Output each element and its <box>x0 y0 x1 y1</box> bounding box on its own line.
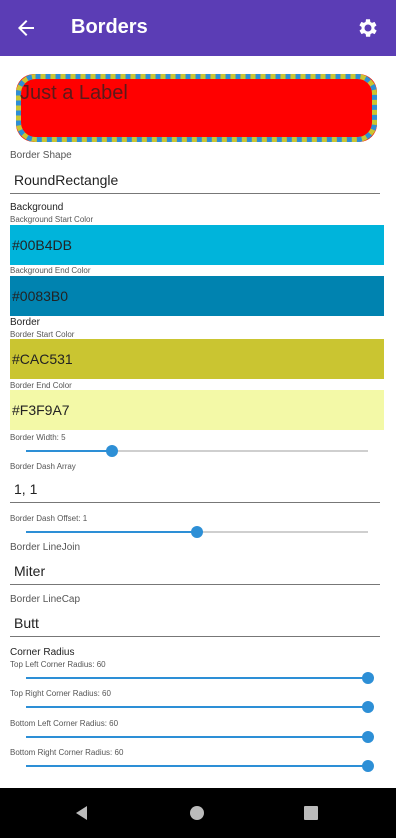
preview-label: Just a Label <box>20 82 128 104</box>
bottom-right-radius-slider[interactable] <box>26 759 374 773</box>
bottom-right-radius-label: Bottom Right Corner Radius: 60 <box>10 748 124 757</box>
bottom-left-radius-slider[interactable] <box>26 730 374 744</box>
border-preview: Just a Label <box>16 74 377 142</box>
arrow-back-icon[interactable] <box>14 16 38 40</box>
dash-array-label: Border Dash Array <box>10 462 76 471</box>
border-shape-label: Border Shape <box>10 150 72 161</box>
line-cap-label: Border LineCap <box>10 594 81 605</box>
border-end-value: #F3F9A7 <box>12 402 70 418</box>
app-bar: Borders <box>0 0 396 56</box>
top-left-radius-slider[interactable] <box>26 671 374 685</box>
background-start-value: #00B4DB <box>12 237 72 253</box>
dash-offset-slider[interactable] <box>26 525 368 539</box>
slider-thumb[interactable] <box>362 701 374 713</box>
background-section-title: Background <box>10 202 64 213</box>
line-join-value: Miter <box>14 563 46 579</box>
border-section-title: Border <box>10 317 41 328</box>
line-cap-value: Butt <box>14 615 39 631</box>
gear-icon[interactable] <box>356 16 380 40</box>
dash-offset-label: Border Dash Offset: 1 <box>10 514 88 523</box>
slider-thumb[interactable] <box>105 445 118 457</box>
nav-back-icon[interactable] <box>72 803 92 823</box>
border-start-value: #CAC531 <box>12 351 73 367</box>
border-shape-picker[interactable]: RoundRectangle <box>10 166 380 194</box>
top-right-radius-label: Top Right Corner Radius: 60 <box>10 689 111 698</box>
border-start-color-entry[interactable]: #CAC531 <box>10 339 384 379</box>
background-end-value: #0083B0 <box>12 288 69 304</box>
slider-thumb[interactable] <box>362 760 374 772</box>
slider-thumb[interactable] <box>362 731 374 743</box>
background-start-label: Background Start Color <box>10 215 94 224</box>
corner-radius-section-title: Corner Radius <box>10 647 75 658</box>
content-scroll[interactable]: Just a Label Border Shape RoundRectangle… <box>0 56 396 788</box>
dash-array-value: 1, 1 <box>14 481 38 497</box>
line-join-picker[interactable]: Miter <box>10 557 380 585</box>
slider-thumb[interactable] <box>362 672 374 684</box>
background-end-color-entry[interactable]: #0083B0 <box>10 276 384 316</box>
line-join-label: Border LineJoin <box>10 542 81 553</box>
dash-array-input[interactable]: 1, 1 <box>10 475 380 503</box>
top-right-radius-slider[interactable] <box>26 700 374 714</box>
border-start-label: Border Start Color <box>10 330 75 339</box>
border-width-label: Border Width: 5 <box>10 433 66 442</box>
border-end-color-entry[interactable]: #F3F9A7 <box>10 390 384 430</box>
nav-home-icon[interactable] <box>187 803 207 823</box>
nav-recents-icon[interactable] <box>301 803 321 823</box>
bottom-left-radius-label: Bottom Left Corner Radius: 60 <box>10 719 119 728</box>
line-cap-picker[interactable]: Butt <box>10 609 380 637</box>
top-left-radius-label: Top Left Corner Radius: 60 <box>10 660 106 669</box>
background-end-label: Background End Color <box>10 266 91 275</box>
page-title: Borders <box>71 16 148 38</box>
system-nav-bar <box>0 788 396 838</box>
border-end-label: Border End Color <box>10 381 72 390</box>
border-width-slider[interactable] <box>26 444 368 458</box>
border-shape-value: RoundRectangle <box>14 172 119 188</box>
slider-thumb[interactable] <box>191 526 203 538</box>
background-start-color-entry[interactable]: #00B4DB <box>10 225 384 265</box>
